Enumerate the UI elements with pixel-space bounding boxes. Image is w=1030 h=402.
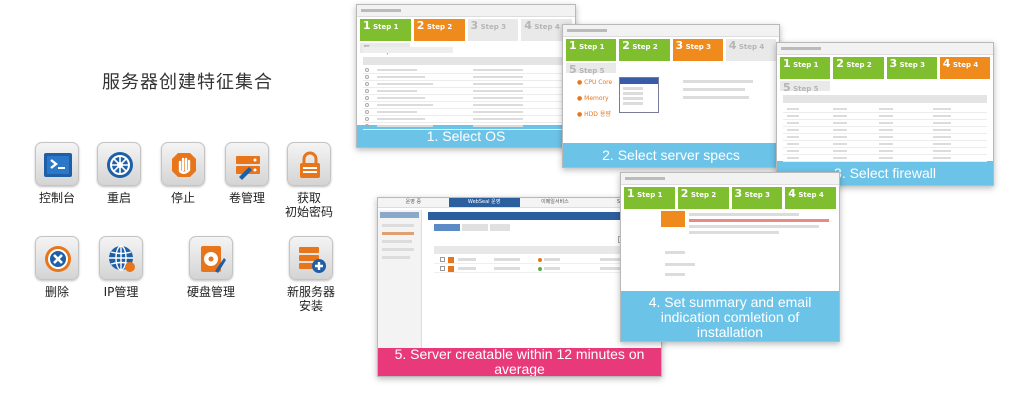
feature-label: 获取 初始密码: [284, 191, 333, 219]
step-1[interactable]: 1 Step 1: [566, 39, 617, 61]
restart-icon: [97, 142, 141, 186]
step-5[interactable]: 5 Step 5: [780, 81, 830, 93]
page-title: 服务器创建特征集合: [102, 72, 273, 93]
page: 服务器创建特征集合 控制台 重启 停止 卷管理 获取 初始密码 删除 IP管理 …: [0, 0, 1030, 402]
tab[interactable]: WebSeal 운영: [448, 198, 520, 207]
caption-select-specs: 2. Select server specs: [563, 143, 779, 167]
table-row[interactable]: [363, 81, 569, 88]
globe-icon: [99, 236, 143, 280]
feature-ip-management[interactable]: IP管理: [86, 236, 156, 299]
feature-initial-password[interactable]: 获取 初始密码: [274, 142, 344, 219]
step-3[interactable]: 3 Step 3: [731, 187, 783, 209]
cpu-label: ● CPU Core: [577, 79, 613, 86]
table-row[interactable]: [363, 123, 569, 130]
toolbar-button[interactable]: [434, 224, 460, 231]
table-row[interactable]: [363, 102, 569, 109]
step-3[interactable]: 3 Step 3: [467, 19, 519, 41]
table-header: [363, 57, 569, 65]
table-row[interactable]: [363, 95, 569, 102]
toolbar-button[interactable]: [490, 224, 510, 231]
feature-disk-management[interactable]: 硬盘管理: [176, 236, 246, 299]
disk-icon: [189, 236, 233, 280]
volume-icon: [225, 142, 269, 186]
feature-label: 硬盘管理: [186, 285, 235, 299]
step-2[interactable]: 2 Step 2: [619, 39, 670, 61]
sidebar: [378, 210, 422, 350]
step-4[interactable]: 4 Step 4: [939, 57, 990, 79]
feature-label: IP管理: [103, 285, 139, 299]
memory-label: ● Memory: [577, 95, 609, 102]
table-row[interactable]: [363, 109, 569, 116]
step-5[interactable]: 5 Step 5: [566, 63, 616, 75]
table-row[interactable]: [783, 155, 987, 162]
step-5-current[interactable]: [661, 211, 685, 227]
screenshot-select-specs: 1 Step 1 2 Step 2 3 Step 3 4 Step 4 5 St…: [562, 24, 780, 168]
step-4[interactable]: 4 Step 4: [725, 39, 776, 61]
feature-console[interactable]: 控制台: [22, 142, 92, 205]
tab[interactable]: 이메일서비스: [520, 198, 591, 207]
stop-hand-icon: [161, 142, 205, 186]
feature-delete[interactable]: 删除: [22, 236, 92, 299]
add-server-icon: [289, 236, 333, 280]
tab[interactable]: 운영 중: [378, 198, 449, 207]
hdd-label: ● HDD 용량: [577, 111, 611, 118]
feature-label: 控制台: [38, 191, 75, 205]
table-row[interactable]: [363, 74, 569, 81]
table-row[interactable]: [363, 67, 569, 74]
feature-stop[interactable]: 停止: [148, 142, 218, 205]
screenshot-select-os: 1 Step 1 2 Step 2 3 Step 3 4 Step 4 5 St…: [356, 4, 576, 148]
feature-label: 停止: [170, 191, 195, 205]
feature-new-server-install[interactable]: 新服务器 安装: [276, 236, 346, 313]
top-tabs: 운영 중 WebSeal 운영 이메일서비스 Securit: [378, 198, 661, 208]
step-4[interactable]: 4 Step 4: [785, 187, 836, 209]
step-1[interactable]: 1 Step 1: [780, 57, 831, 79]
table-row[interactable]: [783, 120, 987, 127]
feature-label: 新服务器 安装: [286, 285, 335, 313]
table-row[interactable]: [783, 148, 987, 155]
step-2[interactable]: 2 Step 2: [833, 57, 884, 79]
caption-server-creatable: 5. Server creatable within 12 minutes on…: [378, 347, 661, 376]
feature-label: 卷管理: [228, 191, 265, 205]
caption-summary-email: 4. Set summary and email indication coml…: [621, 291, 839, 341]
console-icon: [35, 142, 79, 186]
step-2[interactable]: 2 Step 2: [413, 19, 465, 41]
feature-label: 重启: [106, 191, 131, 205]
lock-icon: [287, 142, 331, 186]
table-row[interactable]: [363, 88, 569, 95]
table-row[interactable]: [783, 113, 987, 120]
toolbar-button[interactable]: [462, 224, 488, 231]
feature-label: 删除: [44, 285, 69, 299]
step-3[interactable]: 3 Step 3: [672, 39, 723, 61]
screenshot-summary-email: 1 Step 1 2 Step 2 3 Step 3 4 Step 4 4. S…: [620, 172, 840, 342]
table-row[interactable]: [363, 116, 569, 123]
spec-select-list[interactable]: [619, 77, 659, 113]
step-1[interactable]: 1 Step 1: [360, 19, 411, 41]
table-row[interactable]: [783, 127, 987, 134]
table-row[interactable]: [783, 141, 987, 148]
step-1[interactable]: 1 Step 1: [624, 187, 675, 209]
step-3[interactable]: 3 Step 3: [886, 57, 937, 79]
feature-volume[interactable]: 卷管理: [212, 142, 282, 205]
screenshot-select-firewall: 1 Step 1 2 Step 2 3 Step 3 4 Step 4 5 St…: [776, 42, 994, 186]
table-row[interactable]: [783, 106, 987, 113]
feature-restart[interactable]: 重启: [84, 142, 154, 205]
step-2[interactable]: 2 Step 2: [677, 187, 729, 209]
delete-icon: [35, 236, 79, 280]
table-row[interactable]: [783, 134, 987, 141]
